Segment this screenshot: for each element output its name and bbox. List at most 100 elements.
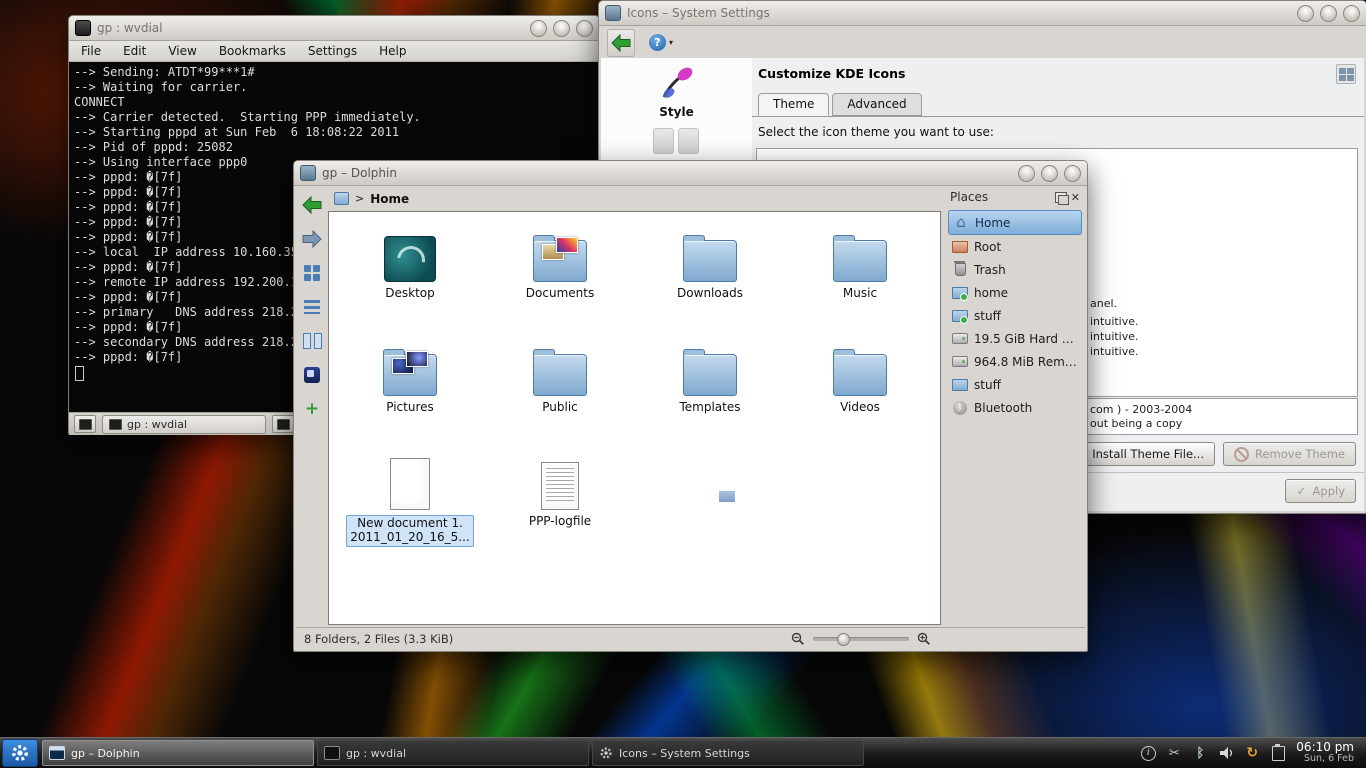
icons-view-button[interactable] <box>299 260 325 286</box>
place-hard-drive[interactable]: 19.5 GiB Hard Drive <box>948 327 1082 350</box>
menu-edit[interactable]: Edit <box>123 44 146 58</box>
trash-icon <box>955 263 966 276</box>
tab-advanced[interactable]: Advanced <box>832 93 921 116</box>
place-root[interactable]: Root <box>948 235 1082 258</box>
maximize-button[interactable] <box>1041 165 1058 182</box>
notifications-icon[interactable]: i <box>1140 745 1156 761</box>
place-bluetooth[interactable]: ᛒBluetooth <box>948 396 1082 419</box>
terminal-title: gp : wvdial <box>97 21 162 35</box>
back-button[interactable] <box>607 29 635 57</box>
task-dolphin[interactable]: gp – Dolphin <box>42 740 314 766</box>
breadcrumb: > Home <box>328 186 945 211</box>
close-button[interactable] <box>1343 5 1360 22</box>
task-system-settings[interactable]: Icons – System Settings <box>592 740 864 766</box>
folder-item-music[interactable]: Music <box>794 226 926 326</box>
task-label: gp : wvdial <box>346 747 406 760</box>
bookmarked-folder-icon <box>952 287 968 299</box>
folder-item-downloads[interactable]: Downloads <box>644 226 776 326</box>
menu-file[interactable]: File <box>81 44 101 58</box>
zoom-slider-handle[interactable] <box>837 633 850 646</box>
breadcrumb-separator: > <box>355 192 364 205</box>
folder-item-public[interactable]: Public <box>494 340 626 440</box>
folder-label: Pictures <box>344 401 476 415</box>
maximize-button[interactable] <box>1320 5 1337 22</box>
place-stuff-2[interactable]: stuff <box>948 373 1082 396</box>
split-view-button[interactable]: + <box>299 396 325 422</box>
pictures-folder-icon <box>383 354 437 396</box>
tab-theme[interactable]: Theme <box>758 93 829 116</box>
menu-settings[interactable]: Settings <box>308 44 357 58</box>
remove-theme-label: Remove Theme <box>1255 447 1345 461</box>
help-button[interactable]: ? ▾ <box>649 34 673 51</box>
system-settings-titlebar[interactable]: Icons – System Settings <box>599 1 1366 26</box>
dolphin-icon-view[interactable]: Desktop Documents Downloads Music Pictur… <box>328 211 941 625</box>
style-icon <box>659 66 695 102</box>
checkmark-icon: ✓ <box>1296 484 1306 498</box>
places-header[interactable]: Places ✕ <box>945 186 1085 208</box>
menu-bookmarks[interactable]: Bookmarks <box>219 44 286 58</box>
back-button[interactable] <box>299 192 325 218</box>
details-view-button[interactable] <box>299 294 325 320</box>
sidebar-item-style[interactable]: Style <box>601 58 752 119</box>
minimize-button[interactable] <box>1297 5 1314 22</box>
new-tab-button[interactable] <box>74 415 96 433</box>
folder-item-pictures[interactable]: Pictures <box>344 340 476 440</box>
place-label: Home <box>975 216 1010 230</box>
close-panel-icon[interactable]: ✕ <box>1071 192 1080 203</box>
place-home-folder[interactable]: home <box>948 281 1082 304</box>
menu-help[interactable]: Help <box>379 44 406 58</box>
icons-view-icon <box>304 265 320 281</box>
dolphin-titlebar[interactable]: gp – Dolphin <box>294 161 1087 186</box>
place-stuff[interactable]: stuff <box>948 304 1082 327</box>
folder-item-templates[interactable]: Templates <box>644 340 776 440</box>
close-button[interactable] <box>576 20 593 37</box>
tab-terminal-icon <box>109 419 122 430</box>
clock[interactable]: 06:10 pm Sun, 6 Feb <box>1296 741 1366 765</box>
float-panel-icon[interactable] <box>1055 192 1067 203</box>
volume-icon[interactable] <box>1218 745 1234 761</box>
task-wvdial[interactable]: gp : wvdial <box>317 740 589 766</box>
dolphin-side-toolbar: + <box>296 186 328 627</box>
sidebar-item-label: Style <box>659 105 693 119</box>
menu-view[interactable]: View <box>168 44 196 58</box>
root-folder-icon <box>952 241 968 253</box>
system-settings-toolbar: ? ▾ <box>599 26 1366 59</box>
breadcrumb-home[interactable]: Home <box>370 192 409 206</box>
place-label: Bluetooth <box>974 401 1032 415</box>
place-trash[interactable]: Trash <box>948 258 1082 281</box>
maximize-button[interactable] <box>553 20 570 37</box>
file-item-ppp-logfile[interactable]: PPP-logfile <box>494 454 626 554</box>
minimize-button[interactable] <box>1018 165 1035 182</box>
document-file-icon <box>390 458 430 510</box>
zoom-slider[interactable] <box>813 637 909 641</box>
zoom-in-icon[interactable] <box>917 632 931 646</box>
bluetooth-tray-icon[interactable]: ᛒ <box>1192 745 1208 761</box>
remove-theme-button[interactable]: Remove Theme <box>1223 442 1356 466</box>
terminal-titlebar[interactable]: gp : wvdial <box>69 16 599 41</box>
info-glyph: i <box>1141 746 1156 761</box>
columns-view-button[interactable] <box>299 328 325 354</box>
disabled-category-icon <box>653 128 674 154</box>
sidebar-item-partial[interactable] <box>653 128 699 154</box>
breadcrumb-root-icon[interactable] <box>334 192 349 205</box>
terminal-tab[interactable]: gp : wvdial <box>102 415 266 434</box>
apply-button[interactable]: ✓ Apply <box>1285 479 1356 503</box>
dolphin-title: gp – Dolphin <box>322 166 397 180</box>
folder-item-desktop[interactable]: Desktop <box>344 226 476 326</box>
minimize-button[interactable] <box>530 20 547 37</box>
file-item-new-document[interactable]: New document 1.2011_01_20_16_5... <box>344 454 476 554</box>
launcher-button[interactable] <box>2 739 38 767</box>
close-button[interactable] <box>1064 165 1081 182</box>
device-notifier-icon[interactable] <box>1270 745 1286 761</box>
updates-icon[interactable]: ↻ <box>1244 745 1260 761</box>
klipper-icon[interactable]: ✂ <box>1166 745 1182 761</box>
icon-view-toggle-button[interactable] <box>1336 64 1356 84</box>
forward-button[interactable] <box>299 226 325 252</box>
zoom-out-icon[interactable] <box>791 632 805 646</box>
place-removable-drive[interactable]: 964.8 MiB Remov... <box>948 350 1082 373</box>
folder-item-videos[interactable]: Videos <box>794 340 926 440</box>
place-home[interactable]: ⌂Home <box>948 210 1082 235</box>
tab-list-button[interactable] <box>272 415 294 433</box>
preview-button[interactable] <box>299 362 325 388</box>
folder-item-documents[interactable]: Documents <box>494 226 626 326</box>
